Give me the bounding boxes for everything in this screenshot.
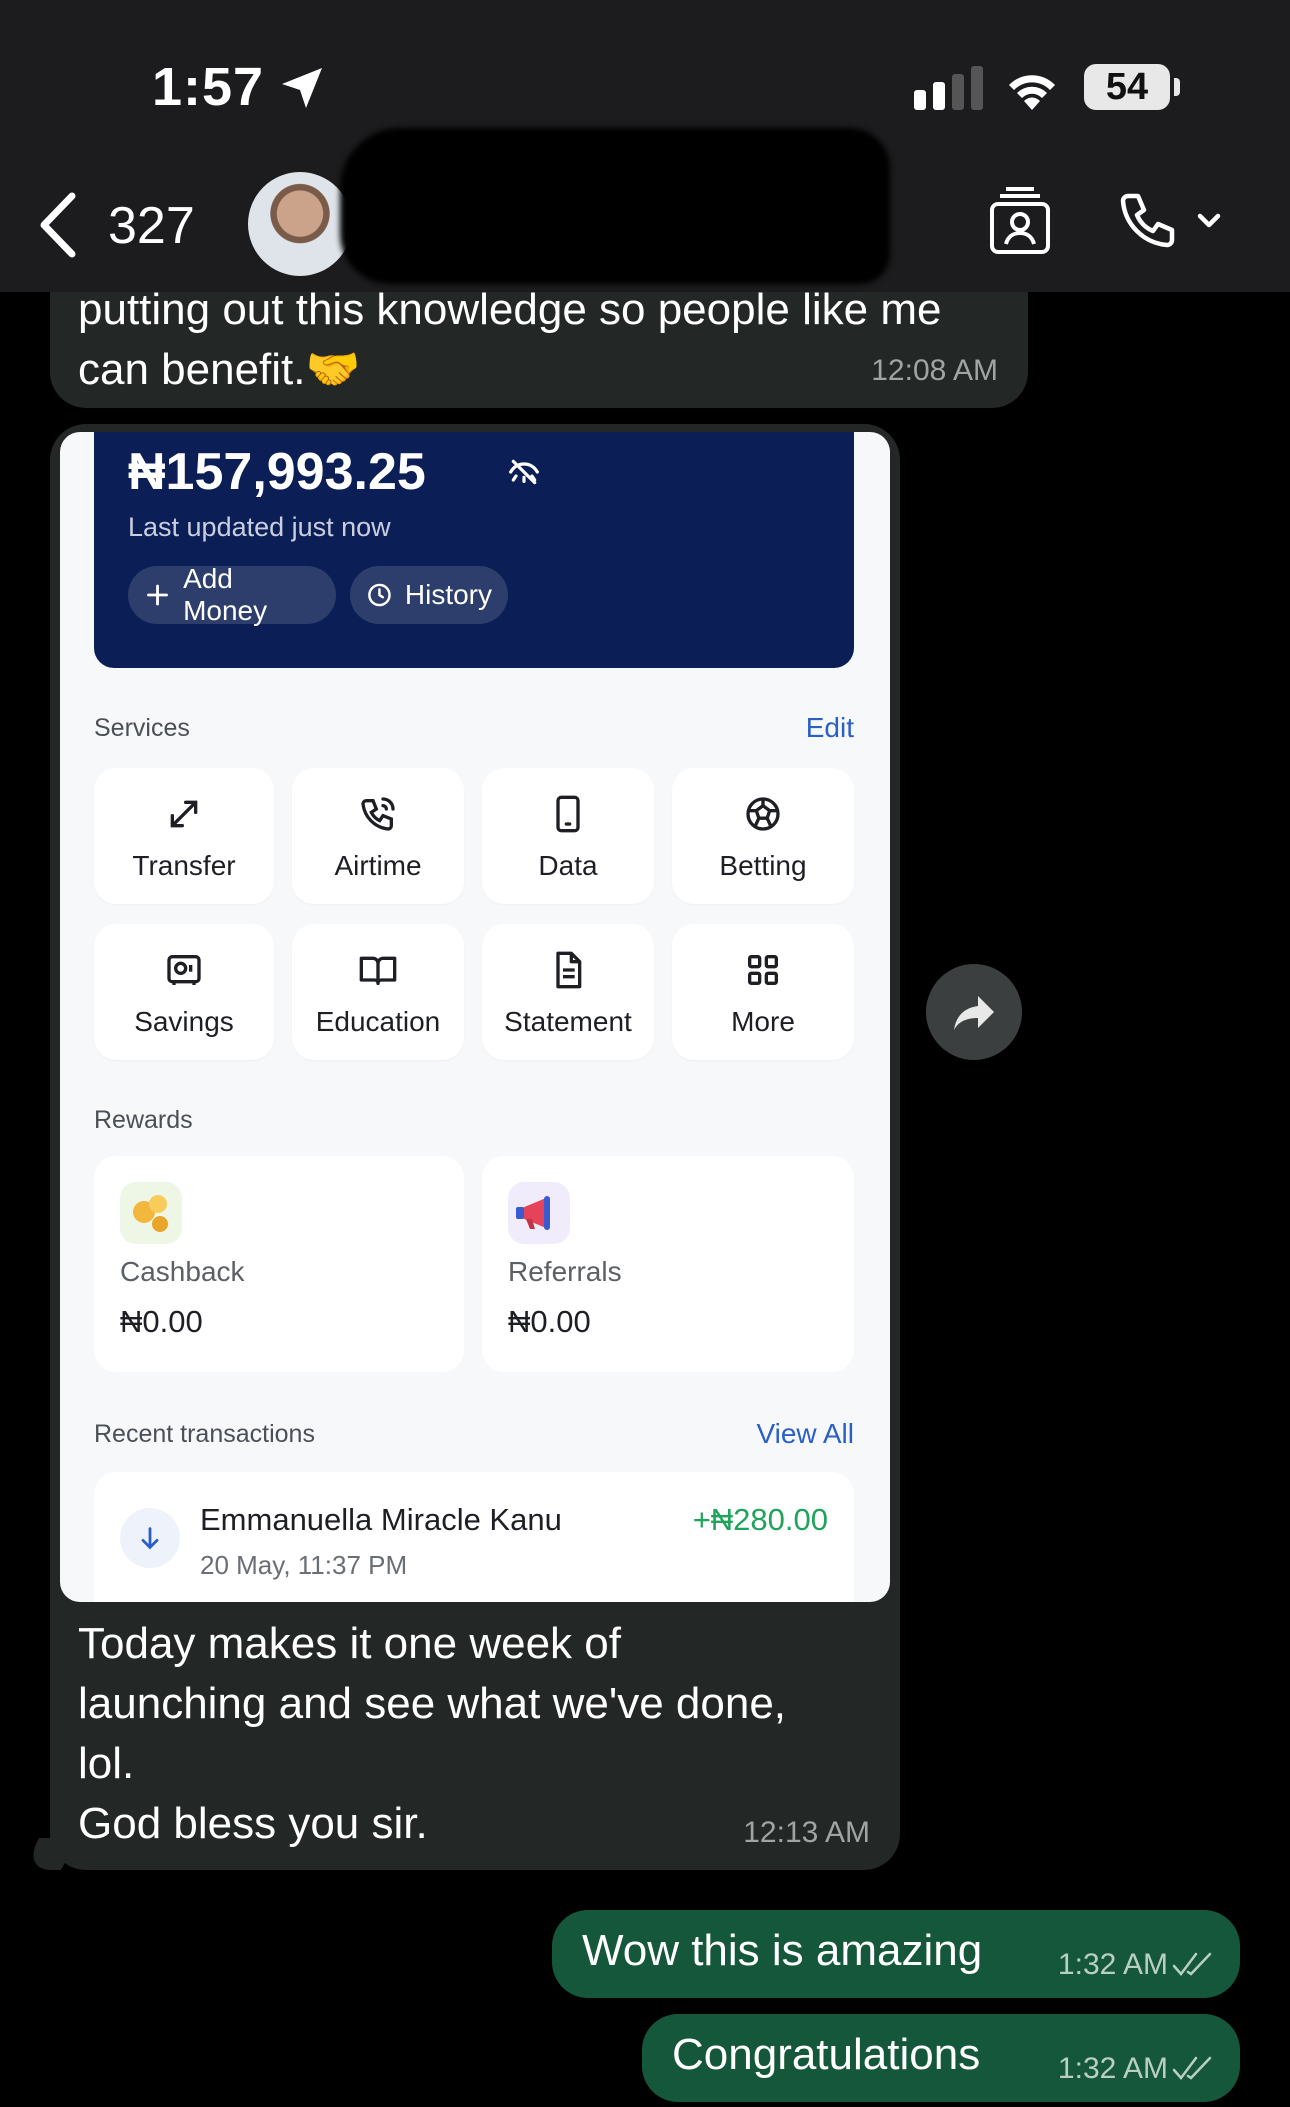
service-label: Betting: [719, 850, 807, 881]
grid-icon: [748, 955, 778, 985]
service-savings: Savings: [94, 924, 274, 1060]
service-label: Savings: [134, 1006, 234, 1037]
history-button: History: [350, 566, 508, 624]
service-label: More: [731, 1006, 795, 1037]
service-transfer: Transfer: [94, 768, 274, 904]
safe-icon: [167, 955, 201, 985]
phone-call-dropdown-icon[interactable]: [1118, 190, 1228, 254]
contact-avatar[interactable]: [248, 172, 352, 276]
service-statement: Statement: [482, 924, 654, 1060]
add-money-button: Add Money: [128, 563, 336, 626]
rewards-heading: Rewards: [94, 1106, 193, 1134]
wifi-icon: [1009, 75, 1055, 110]
cellular-signal-icon: [914, 66, 983, 110]
forward-button[interactable]: [926, 964, 1022, 1060]
message-text: Wow this is amazing: [582, 1926, 983, 1975]
incoming-arrow-icon: [120, 1508, 180, 1568]
transaction-name: Emmanuella Miracle Kanu: [200, 1502, 562, 1537]
forward-icon: [954, 996, 994, 1030]
balance-card: ₦157,993.25 Last updated just now Add Mo…: [94, 432, 854, 668]
message-line: launching and see what we've done,: [78, 1679, 787, 1728]
message-text: putting out this knowledge so people lik…: [78, 285, 942, 394]
service-label: Statement: [504, 1006, 632, 1037]
transaction-row: Emmanuella Miracle Kanu 20 May, 11:37 PM…: [94, 1472, 854, 1602]
transaction-amount: +₦280.00: [692, 1502, 828, 1537]
service-education: Education: [292, 924, 464, 1060]
location-arrow-icon: [282, 68, 322, 108]
transaction-date: 20 May, 11:37 PM: [200, 1550, 408, 1580]
service-label: Data: [538, 850, 598, 881]
coins-icon: [120, 1182, 182, 1244]
redacted-contact-name: [340, 128, 890, 284]
double-check-icon: [1172, 2056, 1212, 2080]
unread-count[interactable]: 327: [108, 196, 195, 256]
view-all-link: View All: [756, 1418, 854, 1449]
service-more: More: [672, 924, 854, 1060]
book-icon: [359, 956, 397, 985]
message-time: 1:32 AM: [1057, 2052, 1168, 2085]
message-text: Congratulations: [672, 2030, 981, 2079]
service-label: Education: [315, 1006, 441, 1037]
history-label: History: [404, 579, 492, 610]
message-line: lol.: [78, 1739, 135, 1788]
message-bubble-outgoing[interactable]: Congratulations 1:32 AM: [642, 2014, 1240, 2102]
message-time: 1:32 AM: [1057, 1948, 1168, 1981]
double-check-icon: [1172, 1952, 1212, 1976]
plus-icon: [147, 584, 168, 606]
message-time: 12:08 AM: [871, 354, 998, 387]
status-time: 1:57: [152, 57, 265, 117]
battery-indicator: 54: [1084, 64, 1170, 110]
message-bubble-outgoing[interactable]: Wow this is amazing 1:32 AM: [552, 1910, 1240, 1998]
chat-header: 1:57 54 327: [0, 0, 1290, 292]
football-icon: [746, 797, 780, 831]
service-label: Airtime: [334, 850, 422, 881]
mobile-icon: [556, 795, 580, 833]
service-betting: Betting: [672, 768, 854, 904]
reward-cashback: Cashback ₦0.00: [94, 1156, 464, 1372]
balance-amount: ₦157,993.25: [128, 443, 426, 501]
reward-value: ₦0.00: [120, 1304, 203, 1339]
message-line: Today makes it one week of: [78, 1619, 621, 1668]
attached-screenshot[interactable]: ₦157,993.25 Last updated just now Add Mo…: [60, 432, 890, 1602]
balance-updated-text: Last updated just now: [128, 512, 391, 542]
transfer-icon: [170, 800, 198, 828]
reward-label: Cashback: [120, 1256, 245, 1287]
reward-label: Referrals: [508, 1256, 622, 1287]
message-time: 12:13 AM: [743, 1816, 870, 1849]
back-chevron-icon[interactable]: [36, 190, 82, 260]
service-airtime: Airtime: [292, 768, 464, 904]
eye-off-icon: [509, 459, 539, 485]
reward-referrals: Referrals ₦0.00: [482, 1156, 854, 1372]
document-icon: [556, 951, 582, 989]
phone-call-icon: [361, 797, 395, 831]
service-data: Data: [482, 768, 654, 904]
services-heading: Services: [94, 714, 190, 742]
add-money-label: Add Money: [183, 563, 268, 626]
service-label: Transfer: [132, 850, 236, 881]
contact-card-icon[interactable]: [988, 186, 1052, 256]
services-edit-link: Edit: [805, 712, 854, 743]
reward-value: ₦0.00: [508, 1304, 591, 1339]
history-icon: [368, 583, 391, 607]
recent-transactions-heading: Recent transactions: [94, 1420, 315, 1448]
megaphone-icon: [508, 1182, 570, 1244]
battery-cap: [1174, 78, 1180, 96]
